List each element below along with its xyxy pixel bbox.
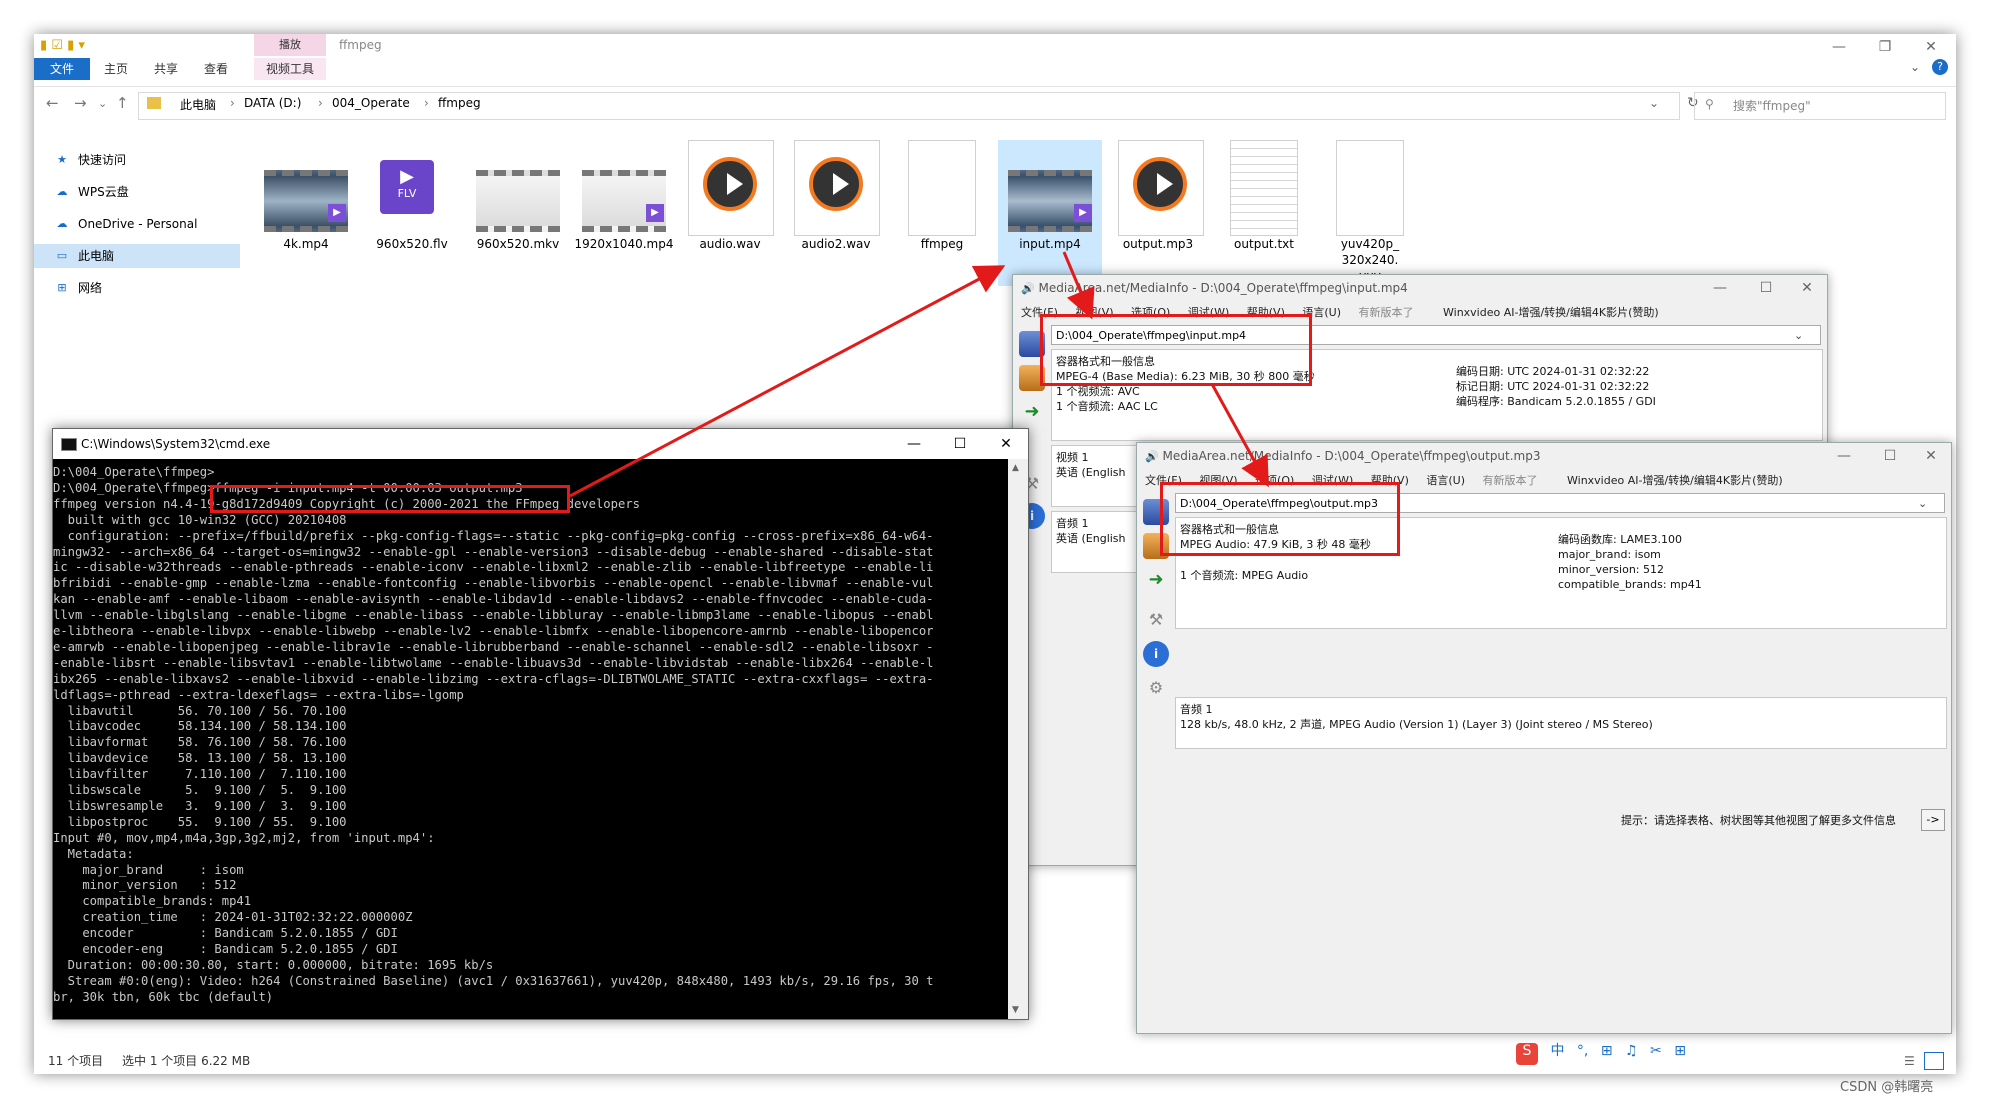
arrow-to-input-file — [569, 265, 1006, 498]
ime-punctuation[interactable]: °, — [1577, 1043, 1588, 1059]
sogou-ime-icon[interactable]: S — [1516, 1043, 1538, 1065]
ime-toolbar: S 中 °, ⊞ ♫ ✂ ⊞ — [1516, 1040, 1686, 1065]
ime-menu[interactable]: ⊞ — [1674, 1043, 1686, 1059]
ime-voice[interactable]: ♫ — [1625, 1043, 1638, 1059]
ime-keyboard[interactable]: ⊞ — [1601, 1043, 1613, 1059]
arrow-to-input-info — [1062, 251, 1095, 320]
ime-mode-chinese[interactable]: 中 — [1550, 1043, 1564, 1059]
ime-tools[interactable]: ✂ — [1650, 1043, 1662, 1059]
arrow-to-output-info — [1210, 383, 1269, 488]
annotation-arrows — [569, 251, 1269, 498]
watermark: CSDN @韩曙亮 — [1840, 1080, 1934, 1095]
